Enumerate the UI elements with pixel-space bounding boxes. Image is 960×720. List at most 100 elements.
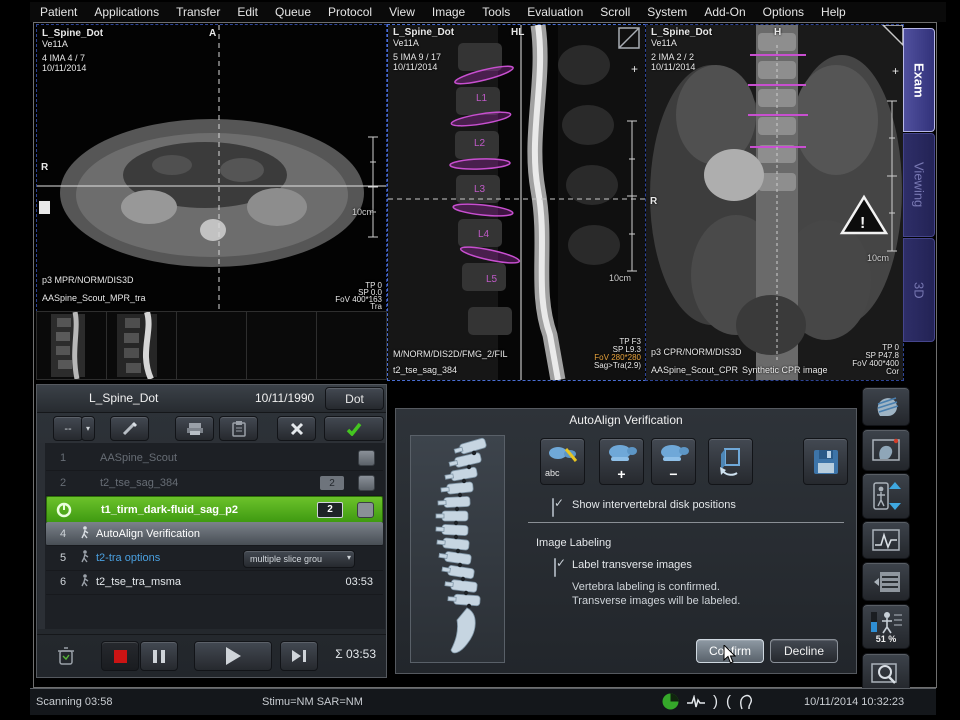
protocol-list-scrollbar[interactable]	[38, 443, 45, 629]
decline-button[interactable]: Decline	[770, 639, 838, 663]
head-coil-button[interactable]	[862, 387, 910, 426]
protocol-row-5[interactable]: 5 t2-tra options multiple slice grou ▾	[46, 546, 383, 571]
queue-dropdown-value[interactable]: --	[53, 416, 83, 441]
image-review-button[interactable]	[862, 429, 910, 471]
menu-applications[interactable]: Applications	[94, 5, 159, 19]
menu-image[interactable]: Image	[432, 5, 465, 19]
table-position-icon	[871, 480, 901, 512]
stop-button[interactable]	[101, 641, 139, 671]
row1-name: AASpine_Scout	[100, 452, 177, 464]
vp3-plane: Cor	[886, 367, 899, 377]
thumbnail-2[interactable]	[106, 311, 177, 380]
thumbnail-4-empty[interactable]	[246, 311, 317, 380]
row6-name: t2_tse_tra_msma	[96, 576, 181, 588]
row6-number: 6	[46, 576, 80, 588]
menu-view[interactable]: View	[389, 5, 415, 19]
tab-exam[interactable]: Exam	[903, 28, 935, 132]
vp3-patient-name: L_Spine_Dot	[651, 28, 712, 38]
vp3-orientation-left: R	[650, 197, 657, 207]
system-status-icons: ) (	[662, 693, 753, 710]
sar-monitor-button[interactable]: 51 %	[862, 604, 910, 649]
menu-patient[interactable]: Patient	[40, 5, 77, 19]
dot-engine-button[interactable]: Dot	[325, 387, 384, 410]
head-slices-icon	[872, 394, 900, 420]
image-search-button[interactable]	[862, 653, 910, 692]
label-transverse-checkbox[interactable]	[554, 558, 556, 577]
protocol-row-active[interactable]: t1_tirm_dark-fluid_sag_p2 2	[46, 496, 383, 523]
menu-scroll[interactable]: Scroll	[600, 5, 630, 19]
reset-orientation-button[interactable]	[708, 438, 753, 485]
remove-vertebra-button[interactable]: −	[651, 438, 696, 485]
menu-queue[interactable]: Queue	[275, 5, 311, 19]
cancel-step-button[interactable]	[277, 416, 316, 441]
queue-dropdown-arrow[interactable]: ▾	[81, 416, 95, 441]
vp1-software-version: Ve11A	[42, 39, 68, 49]
menu-help[interactable]: Help	[821, 5, 846, 19]
viewport-coronal[interactable]: + ! L_Spine_Dot Ve11A 2 IMA 2 / 2 10/11/…	[645, 24, 904, 381]
slice-group-dropdown[interactable]: multiple slice grou	[243, 550, 355, 568]
thumbnail-1[interactable]	[36, 311, 107, 380]
tab-viewing[interactable]: Viewing	[903, 133, 935, 237]
svg-text:L3: L3	[474, 184, 486, 195]
edit-protocol-button[interactable]	[110, 416, 149, 441]
add-vertebra-button[interactable]: +	[599, 438, 644, 485]
protocol-row-selected[interactable]: 4 AutoAlign Verification	[46, 522, 383, 546]
protocol-sheet-button[interactable]	[862, 562, 910, 601]
minus-label: −	[669, 468, 677, 480]
viewport-axial[interactable]: L_Spine_Dot Ve11A 4 IMA 4 / 7 10/11/2014…	[36, 24, 387, 312]
printer-icon	[186, 422, 204, 436]
vp2-orientation-top: HL	[511, 28, 524, 38]
dialog-title: AutoAlign Verification	[396, 413, 856, 427]
info-line-2: Transverse images will be labeled.	[572, 595, 740, 607]
checkmark-icon	[346, 422, 362, 436]
vp3-image-counter: 2 IMA 2 / 2	[651, 52, 694, 62]
print-button[interactable]	[175, 416, 214, 441]
protocol-row-1[interactable]: 1 AASpine_Scout	[46, 446, 383, 471]
ecg-pulse-icon	[687, 695, 705, 709]
skip-button[interactable]	[280, 641, 318, 671]
play-icon	[226, 647, 241, 665]
magnifier-icon	[871, 661, 901, 685]
show-disks-checkbox[interactable]	[552, 498, 554, 517]
skip-icon	[292, 650, 306, 662]
save-button[interactable]	[803, 438, 848, 485]
label-transverse-label: Label transverse images	[572, 559, 692, 571]
mouse-cursor	[723, 645, 737, 665]
copy-button[interactable]	[219, 416, 258, 441]
menu-edit[interactable]: Edit	[237, 5, 258, 19]
vp3-scale-label: 10cm	[867, 253, 889, 263]
menu-system[interactable]: System	[647, 5, 687, 19]
scanning-status: Scanning 03:58	[36, 696, 112, 708]
slice-group-dropdown-arrow[interactable]: ▾	[347, 553, 351, 562]
vp3-tech-text: p3 CPR/NORM/DIS3D	[651, 347, 742, 357]
menu-evaluation[interactable]: Evaluation	[527, 5, 583, 19]
physio-signal-button[interactable]	[862, 521, 910, 559]
spine-illustration	[410, 435, 505, 663]
vp1-patient-name: L_Spine_Dot	[42, 29, 103, 39]
patient-position-button[interactable]	[862, 473, 910, 519]
edit-labels-button[interactable]: abc	[540, 438, 585, 485]
pause-button[interactable]	[140, 641, 178, 671]
protocol-row-2[interactable]: 2 t2_tse_sag_384 2	[46, 471, 383, 496]
show-disks-label: Show intervertebral disk positions	[572, 499, 736, 511]
thumbnail-5-empty[interactable]	[316, 311, 387, 380]
head-profile-icon	[739, 694, 753, 710]
menu-protocol[interactable]: Protocol	[328, 5, 372, 19]
play-button[interactable]	[194, 641, 272, 671]
vp2-protocol-name: t2_tse_sag_384	[393, 365, 457, 375]
svg-text:L4: L4	[478, 229, 490, 240]
row1-number: 1	[46, 452, 80, 464]
menu-addon[interactable]: Add-On	[704, 5, 745, 19]
protocol-row-6[interactable]: 6 t2_tse_tra_msma 03:53	[46, 570, 383, 595]
tab-3d[interactable]: 3D	[903, 238, 935, 342]
menu-tools[interactable]: Tools	[482, 5, 510, 19]
row4-name: AutoAlign Verification	[96, 528, 200, 540]
menu-options[interactable]: Options	[763, 5, 804, 19]
apply-step-button[interactable]	[324, 416, 384, 441]
menu-transfer[interactable]: Transfer	[176, 5, 220, 19]
stop-icon	[114, 650, 127, 663]
viewport-sagittal[interactable]: L1L2L3L4L5 + L_Spine_Dot Ve11A 5 IMA 9 /…	[387, 24, 646, 381]
vp2-software-version: Ve11A	[393, 38, 419, 48]
thumbnail-3-empty[interactable]	[176, 311, 247, 380]
delete-queue-button[interactable]	[51, 643, 81, 669]
